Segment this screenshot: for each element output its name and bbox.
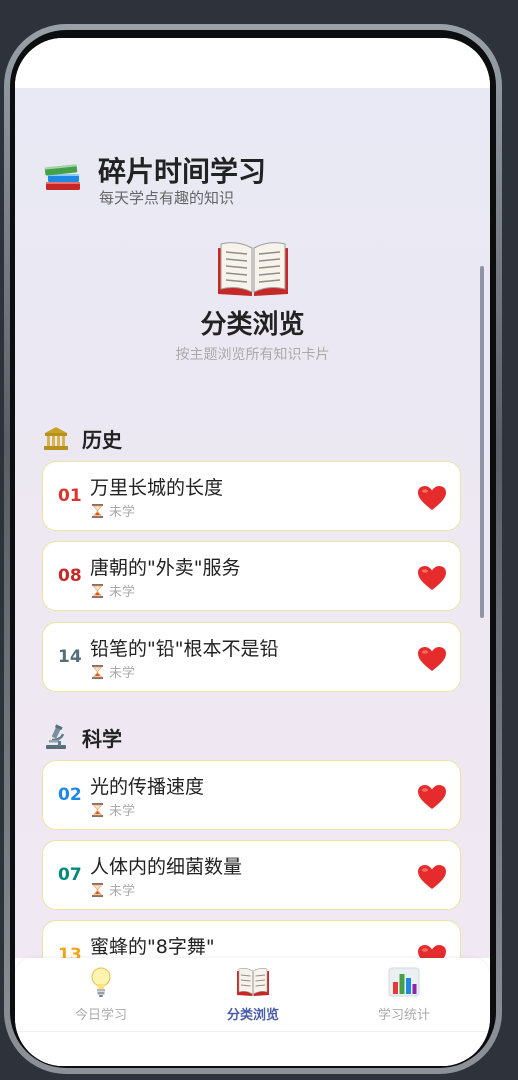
light-bulb-icon bbox=[91, 967, 111, 997]
card-status-label: 未学 bbox=[109, 666, 136, 681]
hourglass-icon bbox=[92, 665, 103, 679]
books-icon bbox=[44, 164, 80, 190]
open-book-icon bbox=[237, 968, 269, 996]
card-status-label: 未学 bbox=[109, 505, 136, 520]
heart-icon[interactable] bbox=[417, 944, 447, 958]
heart-icon[interactable] bbox=[417, 646, 447, 672]
card-status-label: 未学 bbox=[109, 804, 136, 819]
page-title: 分类浏览 bbox=[200, 310, 305, 340]
card-title: 万里长城的长度 bbox=[90, 477, 224, 499]
card-number: 07 bbox=[58, 865, 82, 885]
hourglass-icon bbox=[92, 504, 103, 518]
card-number: 14 bbox=[58, 647, 82, 667]
card-number: 08 bbox=[58, 566, 82, 586]
page-subtitle: 按主题浏览所有知识卡片 bbox=[175, 347, 330, 363]
app-title: 碎片时间学习 bbox=[98, 155, 267, 188]
hourglass-icon bbox=[92, 803, 103, 817]
app-screen: 碎片时间学习 每天学点有趣的知识 分类浏览 按主题浏览所有知识卡片 历史 01 … bbox=[15, 38, 490, 1066]
heart-icon[interactable] bbox=[417, 485, 447, 511]
hourglass-icon bbox=[92, 584, 103, 598]
hourglass-icon bbox=[92, 883, 103, 897]
divider bbox=[15, 1031, 490, 1032]
card-status: 未学 bbox=[92, 581, 135, 600]
tab-today[interactable]: 今日学习 bbox=[41, 966, 161, 1028]
knowledge-card[interactable]: 07 人体内的细菌数量 未学 bbox=[42, 840, 461, 910]
section-title: 科学 bbox=[82, 727, 122, 751]
card-number: 02 bbox=[58, 785, 82, 805]
tab-label: 今日学习 bbox=[74, 1008, 127, 1023]
card-title: 人体内的细菌数量 bbox=[90, 856, 243, 878]
tab-browse[interactable]: 分类浏览 bbox=[193, 966, 313, 1028]
knowledge-card[interactable]: 02 光的传播速度 未学 bbox=[42, 760, 461, 830]
card-number: 13 bbox=[58, 945, 82, 958]
scroll-content[interactable]: 碎片时间学习 每天学点有趣的知识 分类浏览 按主题浏览所有知识卡片 历史 01 … bbox=[15, 88, 490, 958]
tab-label: 学习统计 bbox=[377, 1008, 430, 1023]
card-title: 唐朝的"外卖"服务 bbox=[90, 557, 241, 579]
card-status: 未学 bbox=[92, 662, 135, 681]
app-subtitle: 每天学点有趣的知识 bbox=[99, 189, 235, 207]
card-status-label: 未学 bbox=[109, 884, 136, 899]
bar-chart-icon bbox=[388, 967, 420, 997]
tab-label: 分类浏览 bbox=[226, 1008, 279, 1023]
card-number: 01 bbox=[58, 486, 82, 506]
section-title: 历史 bbox=[82, 428, 122, 452]
heart-icon[interactable] bbox=[417, 565, 447, 591]
card-status: 未学 bbox=[92, 880, 135, 899]
knowledge-card[interactable]: 14 铅笔的"铅"根本不是铅 未学 bbox=[42, 622, 461, 692]
bottom-tab-bar: 今日学习 分类浏览 学习统计 bbox=[15, 958, 490, 1066]
card-title: 铅笔的"铅"根本不是铅 bbox=[90, 638, 279, 660]
knowledge-card[interactable]: 13 蜜蜂的"8字舞" 未学 bbox=[42, 920, 461, 958]
card-status-label: 未学 bbox=[109, 585, 136, 600]
heart-icon[interactable] bbox=[417, 864, 447, 890]
card-title: 蜜蜂的"8字舞" bbox=[90, 936, 215, 958]
card-status: 未学 bbox=[92, 800, 135, 819]
knowledge-card[interactable]: 01 万里长城的长度 未学 bbox=[42, 461, 461, 531]
card-status: 未学 bbox=[92, 501, 135, 520]
knowledge-card[interactable]: 08 唐朝的"外卖"服务 未学 bbox=[42, 541, 461, 611]
microscope-icon bbox=[46, 724, 66, 749]
classical-building-icon bbox=[44, 427, 68, 450]
heart-icon[interactable] bbox=[417, 784, 447, 810]
status-bar bbox=[15, 38, 490, 88]
tab-stats[interactable]: 学习统计 bbox=[344, 966, 464, 1028]
open-book-icon bbox=[218, 242, 288, 296]
card-title: 光的传播速度 bbox=[90, 776, 205, 798]
